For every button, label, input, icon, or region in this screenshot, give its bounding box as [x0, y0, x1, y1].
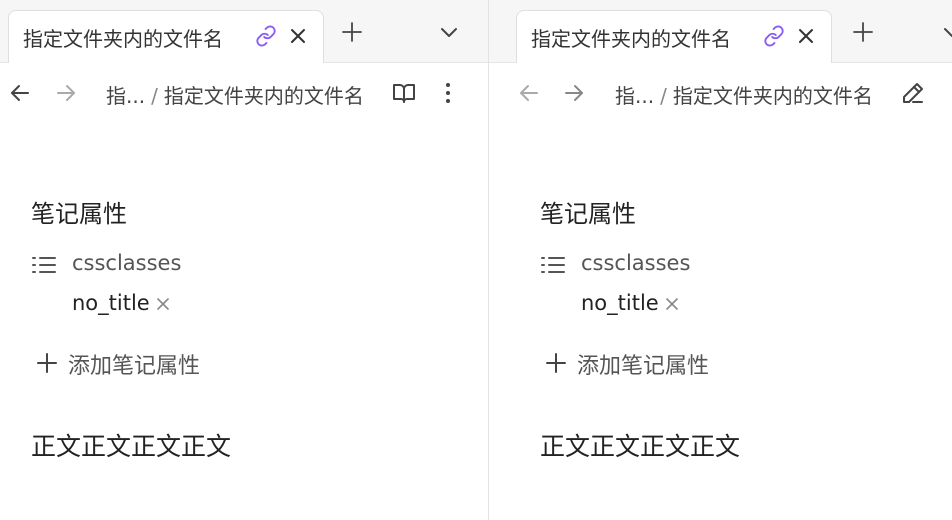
list-icon[interactable] [540, 254, 566, 276]
breadcrumb-separator: / [660, 84, 667, 108]
note-body-text[interactable]: 正文正文正文正文 [31, 427, 231, 463]
note-content: 笔记属性 cssclasses no_title 添加笔记属性 正文正文正文正文 [489, 121, 952, 520]
add-property-label: 添加笔记属性 [68, 354, 201, 379]
breadcrumb: 指... / 指定文件夹内的文件名 [106, 80, 364, 109]
breadcrumb-current[interactable]: 指定文件夹内的文件名 [673, 84, 873, 108]
arrow-left-icon[interactable] [8, 81, 32, 105]
breadcrumb-parent[interactable]: 指... [615, 84, 654, 108]
close-tab-icon[interactable] [288, 26, 308, 46]
more-options-icon[interactable] [436, 81, 460, 105]
tab-title: 指定文件夹内的文件名 [23, 27, 223, 51]
app-window: 指定文件夹内的文件名 指... / 指定文件夹内的文件名 笔记属性 csscla… [0, 0, 952, 520]
tab-bar: 指定文件夹内的文件名 [0, 0, 488, 63]
note-body-text[interactable]: 正文正文正文正文 [540, 427, 740, 463]
remove-tag-icon[interactable] [155, 296, 171, 312]
pencil-icon[interactable] [901, 81, 925, 105]
book-open-icon[interactable] [392, 81, 416, 105]
property-value-tag[interactable]: no_title [581, 291, 680, 319]
property-key[interactable]: cssclasses [581, 251, 690, 275]
chevron-down-icon[interactable] [438, 22, 460, 44]
tab-active[interactable]: 指定文件夹内的文件名 [516, 10, 832, 63]
chevron-down-icon[interactable] [941, 22, 952, 44]
close-tab-icon[interactable] [796, 26, 816, 46]
breadcrumb-current[interactable]: 指定文件夹内的文件名 [164, 84, 364, 108]
tag-text: no_title [581, 291, 659, 315]
list-icon[interactable] [31, 254, 57, 276]
left-pane: 指定文件夹内的文件名 指... / 指定文件夹内的文件名 笔记属性 csscla… [0, 0, 488, 520]
properties-heading: 笔记属性 [540, 200, 636, 228]
new-tab-plus-icon[interactable] [851, 20, 875, 44]
properties-heading: 笔记属性 [31, 200, 127, 228]
new-tab-plus-icon[interactable] [340, 20, 364, 44]
breadcrumb: 指... / 指定文件夹内的文件名 [615, 80, 873, 109]
tab-active[interactable]: 指定文件夹内的文件名 [8, 10, 324, 63]
nav-bar: 指... / 指定文件夹内的文件名 [0, 63, 488, 121]
property-value-tag[interactable]: no_title [72, 291, 171, 319]
add-property-label: 添加笔记属性 [577, 354, 710, 379]
link-icon[interactable] [763, 25, 785, 47]
plus-icon [36, 352, 58, 374]
breadcrumb-separator: / [151, 84, 158, 108]
arrow-left-icon[interactable] [517, 81, 541, 105]
property-key[interactable]: cssclasses [72, 251, 181, 275]
nav-bar: 指... / 指定文件夹内的文件名 [489, 63, 952, 121]
remove-tag-icon[interactable] [664, 296, 680, 312]
breadcrumb-parent[interactable]: 指... [106, 84, 145, 108]
tab-title: 指定文件夹内的文件名 [531, 27, 731, 51]
note-content: 笔记属性 cssclasses no_title 添加笔记属性 正文正文正文正文 [0, 121, 488, 520]
tag-text: no_title [72, 291, 150, 315]
plus-icon [545, 352, 567, 374]
link-icon[interactable] [255, 25, 277, 47]
tab-bar: 指定文件夹内的文件名 [489, 0, 952, 63]
right-pane: 指定文件夹内的文件名 指... / 指定文件夹内的文件名 笔记属性 csscla… [489, 0, 952, 520]
arrow-right-icon[interactable] [562, 81, 586, 105]
arrow-right-icon[interactable] [54, 81, 78, 105]
